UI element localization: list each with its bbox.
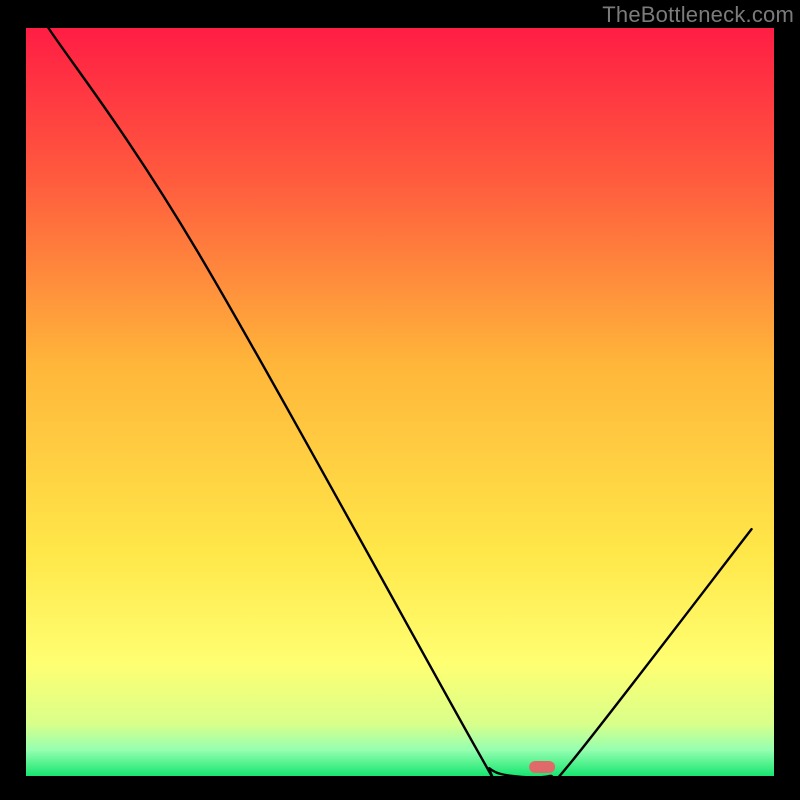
chart-frame: TheBottleneck.com xyxy=(0,0,800,800)
optimal-marker xyxy=(529,761,555,773)
watermark-label: TheBottleneck.com xyxy=(602,2,794,28)
plot-background xyxy=(26,28,774,776)
bottleneck-chart xyxy=(0,0,800,800)
